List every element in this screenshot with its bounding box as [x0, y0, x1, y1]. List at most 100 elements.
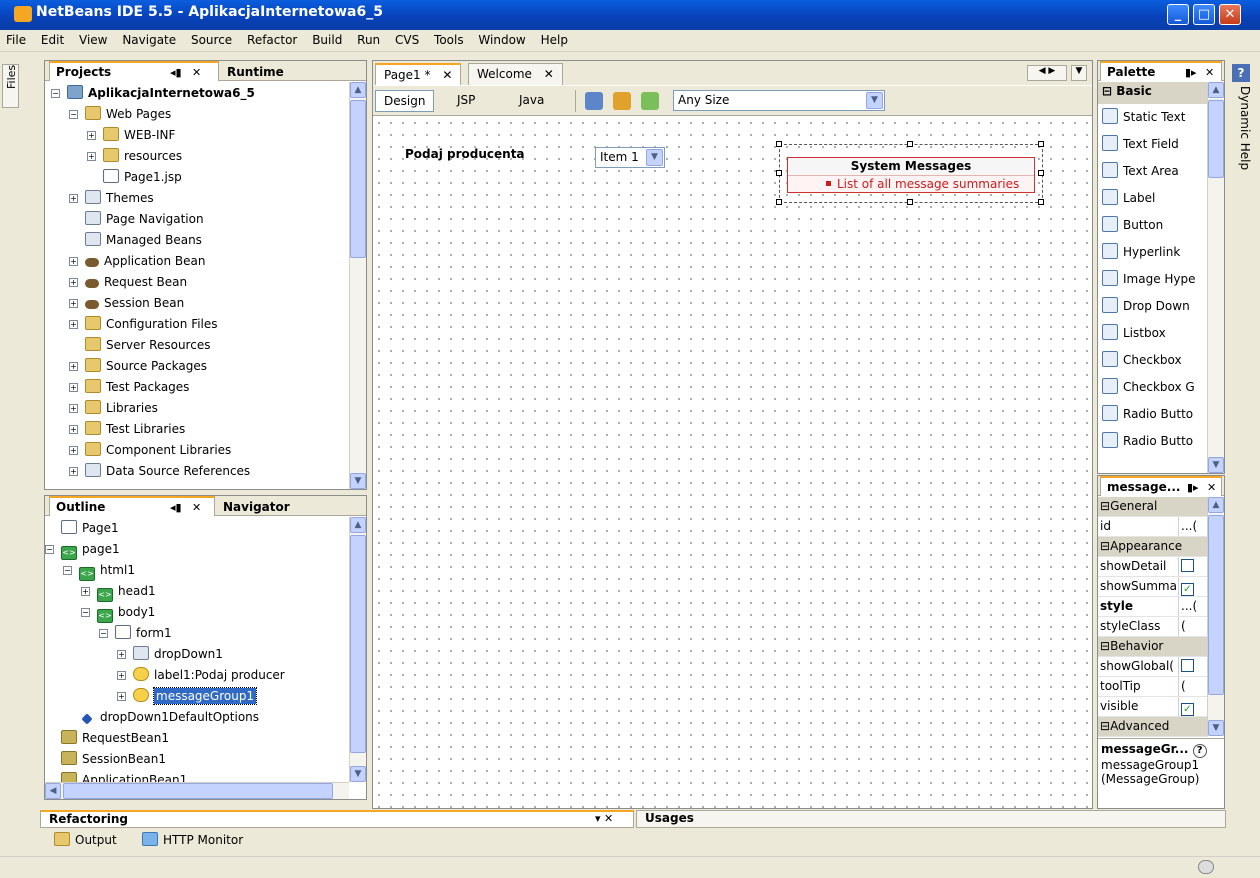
tree-node-application-bean[interactable]: + Application Bean [69, 251, 205, 272]
property-category-advanced[interactable]: ⊟Advanced [1098, 717, 1208, 737]
scroll-down-arrow-icon[interactable]: ▼ [350, 473, 366, 489]
property-row-showglobal[interactable]: showGlobal( [1098, 657, 1208, 677]
property-row-style[interactable]: style ...( [1098, 597, 1208, 617]
help-icon[interactable]: ? [1192, 744, 1207, 758]
tree-node-source-packages[interactable]: + Source Packages [69, 356, 207, 377]
scroll-down-arrow-icon[interactable]: ▼ [1208, 720, 1224, 736]
property-value[interactable]: ( [1178, 617, 1208, 636]
refactoring-tab[interactable]: Refactoring ▾ ✕ [40, 810, 634, 828]
expand-icon[interactable]: + [69, 362, 78, 371]
property-row-showdetail[interactable]: showDetail [1098, 557, 1208, 577]
tree-node-label1-podaj-producer[interactable]: + label1:Podaj producer [117, 665, 285, 686]
message-group-component[interactable]: System Messages List of all message summ… [787, 157, 1035, 193]
property-row-showsumma[interactable]: showSumma ✓ [1098, 577, 1208, 597]
refresh-icon[interactable] [613, 92, 631, 110]
tab-page1[interactable]: Page1 * ✕ [375, 63, 462, 85]
scroll-thumb[interactable] [1208, 100, 1224, 178]
tab-navigator[interactable]: Navigator [217, 498, 296, 516]
scroll-left-arrow-icon[interactable]: ◀ [45, 783, 61, 799]
scroll-thumb[interactable] [1208, 515, 1224, 695]
resize-handle[interactable] [776, 199, 782, 205]
menu-file[interactable]: File [0, 30, 31, 47]
palette-item-text-field-1[interactable]: Text Field [1102, 131, 1179, 158]
tree-node-aplikacjainternetowa6-5[interactable]: − AplikacjaInternetowa6_5 [51, 83, 255, 104]
tree-node-themes[interactable]: + Themes [69, 188, 154, 209]
menu-navigate[interactable]: Navigate [116, 30, 181, 47]
collapse-icon[interactable]: − [99, 629, 108, 638]
tree-node-body1[interactable]: − <> body1 [81, 602, 155, 623]
tree-node-libraries[interactable]: + Libraries [69, 398, 158, 419]
close-tab-icon[interactable]: ✕ [192, 501, 201, 514]
collapse-icon[interactable]: − [63, 566, 72, 575]
minimize-button[interactable]: _ [1167, 4, 1189, 25]
hscroll-thumb[interactable] [63, 783, 333, 799]
palette-item-hyperlink-5[interactable]: Hyperlink [1102, 239, 1180, 266]
close-tab-icon[interactable]: ✕ [442, 68, 452, 82]
tree-node-page1[interactable]: Page1 [45, 518, 119, 539]
property-value[interactable]: ...( [1178, 517, 1208, 536]
property-row-visible[interactable]: visible ✓ [1098, 697, 1208, 717]
close-button[interactable]: ✕ [1219, 4, 1241, 25]
dropdown1-component[interactable]: Item 1 ▼ [595, 147, 665, 168]
properties-scrollbar[interactable]: ▲ ▼ [1207, 497, 1224, 736]
menu-edit[interactable]: Edit [35, 30, 69, 47]
palette-item-checkbox-g-10[interactable]: Checkbox G [1102, 374, 1195, 401]
menu-help[interactable]: Help [535, 30, 573, 47]
tree-node-managed-beans[interactable]: Managed Beans [69, 230, 202, 251]
collapse-icon[interactable]: ⊟ [1100, 539, 1110, 553]
chevron-down-icon[interactable]: ▼ [646, 149, 663, 166]
preview-in-browser-icon[interactable] [585, 92, 603, 110]
expand-icon[interactable]: + [81, 587, 90, 596]
collapse-icon[interactable]: ⊟ [1100, 719, 1110, 733]
tab-outline[interactable]: Outline ◂▮ ✕ [49, 496, 215, 516]
close-tab-icon[interactable]: ✕ [1205, 66, 1214, 79]
collapse-icon[interactable]: ⊟ [1100, 639, 1110, 653]
tree-node-messagegroup1[interactable]: + messageGroup1 [117, 686, 258, 707]
checkbox[interactable] [1181, 559, 1194, 572]
tree-node-dropdown1[interactable]: + dropDown1 [117, 644, 223, 665]
property-row-id[interactable]: id ...( [1098, 517, 1208, 537]
property-row-tooltip[interactable]: toolTip ( [1098, 677, 1208, 697]
tree-node-applicationbean1[interactable]: ApplicationBean1 [45, 770, 187, 782]
tree-node-session-bean[interactable]: + Session Bean [69, 293, 184, 314]
scroll-up-arrow-icon[interactable]: ▲ [1208, 497, 1224, 513]
design-canvas[interactable]: Podaj producenta Item 1 ▼ System Message… [373, 117, 1092, 808]
menu-window[interactable]: Window [472, 30, 530, 47]
expand-icon[interactable]: + [69, 299, 78, 308]
property-value[interactable] [1178, 657, 1208, 676]
tab-runtime[interactable]: Runtime [221, 63, 290, 81]
collapse-icon[interactable]: − [51, 89, 60, 98]
collapse-icon[interactable]: ⊟ [1100, 499, 1110, 513]
palette-item-radio-butto-12[interactable]: Radio Butto [1102, 428, 1193, 455]
expand-icon[interactable]: + [117, 650, 126, 659]
collapse-icon[interactable]: − [81, 608, 90, 617]
resize-handle[interactable] [907, 141, 913, 147]
palette-item-button-4[interactable]: Button [1102, 212, 1163, 239]
jsp-view-button[interactable]: JSP [449, 90, 483, 112]
tree-node-page-navigation[interactable]: Page Navigation [69, 209, 204, 230]
tree-node-data-source-references[interactable]: + Data Source References [69, 461, 250, 482]
menu-build[interactable]: Build [306, 30, 347, 47]
usages-tab[interactable]: Usages [636, 810, 1226, 828]
scroll-tabs-arrows-icon[interactable]: ◀ ▶ [1027, 65, 1067, 81]
minimize-window-icon[interactable]: ▮▸ [1185, 66, 1197, 79]
expand-icon[interactable]: + [117, 692, 126, 701]
expand-icon[interactable]: + [69, 320, 78, 329]
expand-icon[interactable]: + [117, 671, 126, 680]
dynamic-help-side-tab[interactable]: ? Dynamic Help [1232, 64, 1254, 174]
minimize-window-icon[interactable]: ◂▮ [170, 66, 182, 79]
outline-hscrollbar[interactable]: ◀ [45, 782, 349, 799]
tree-node-head1[interactable]: + <> head1 [81, 581, 156, 602]
tree-node-test-packages[interactable]: + Test Packages [69, 377, 189, 398]
property-category-general[interactable]: ⊟General [1098, 497, 1208, 517]
collapse-icon[interactable]: − [45, 545, 54, 554]
menu-view[interactable]: View [73, 30, 112, 47]
expand-icon[interactable]: + [87, 131, 96, 140]
scroll-down-arrow-icon[interactable]: ▼ [350, 766, 366, 782]
property-category-appearance[interactable]: ⊟Appearance [1098, 537, 1208, 557]
scroll-up-arrow-icon[interactable]: ▲ [350, 82, 366, 98]
resize-handle[interactable] [1038, 170, 1044, 176]
property-value[interactable]: ...( [1178, 597, 1208, 616]
expand-icon[interactable]: + [69, 446, 78, 455]
virtual-forms-icon[interactable] [641, 92, 659, 110]
